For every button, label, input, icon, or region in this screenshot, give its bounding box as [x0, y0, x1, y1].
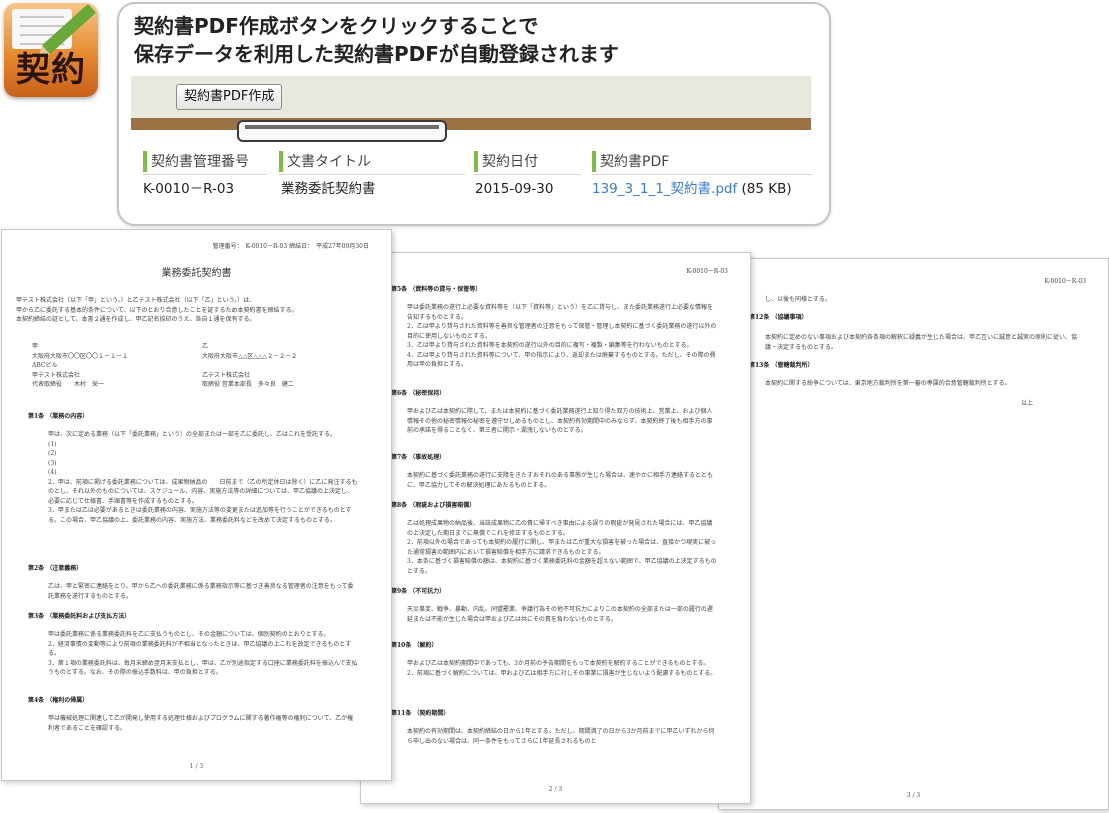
section-body: 甲は委託業務の遂行上必要な資料等を（以下「資料等」という）を乙に貸与し、また委託… [407, 304, 717, 368]
section-body: 甲は委託業務に係る業務委託料を乙に支払うものとし、その金額については、個別契約の… [48, 631, 358, 676]
page-number: 1 / 3 [189, 763, 204, 770]
toolbar-divider [131, 118, 811, 130]
intro-text: 甲テスト株式会社（以下「甲」という。）と乙テスト株式会社（以下「乙」という。）は… [16, 297, 298, 323]
section-body: 本契約に定めのない事項および本契約各条項の解釈に疑義が生じた場合は、甲乙互いに誠… [765, 334, 1078, 351]
column-header-date: 契約日付 [474, 149, 581, 175]
page-number: 2 / 3 [548, 786, 563, 793]
callout-line-2: 保存データを利用した契約書PDFが自動登録されます [134, 42, 619, 66]
callout-heading: 契約書PDF作成ボタンをクリックすることで 保存データを利用した契約書PDFが自… [134, 12, 619, 68]
section-body: 甲および乙は本契約に際して、または本契約に基づく委託業務遂行上知り得た双方の技術… [407, 408, 713, 434]
section-body: 甲は、次に定める業務（以下「委託業務」という）の全部または一部を乙に委託し、乙は… [48, 431, 358, 524]
cell-contract-number: K-0010－R-03 [143, 181, 235, 197]
party-a: 甲 大阪府大阪市〇〇区〇〇１－１－１ ABCビル 甲テスト株式会社 代表取締役 … [32, 343, 129, 388]
section-body: 本契約に関する紛争については、東京地方裁判所を第一審の専属的合意管轄裁判所とする… [765, 380, 1011, 387]
section-heading: 第4条 （権利の帰属） [28, 697, 89, 704]
section-body: 甲および乙は本契約期間中であっても、3か月前の予告期間をもって本契約を解約するこ… [407, 660, 717, 677]
page-meta: K-0010－R-03 [1044, 278, 1086, 285]
toolbar: 契約書PDF作成 [131, 76, 811, 118]
section-body: 本契約に基づく委託業務の遂行に支障をきたすおそれのある事態が生じた場合は、速やか… [407, 472, 714, 489]
section-heading: 第12条 （協議事項） [749, 314, 808, 321]
document-title: 業務委託契約書 [161, 268, 232, 279]
cell-document-title: 業務委託契約書 [281, 181, 376, 197]
column-header-number: 契約書管理番号 [143, 149, 267, 175]
section-heading: 第3条 （業務委託料および支払方法） [28, 613, 131, 620]
party-b: 乙 大阪府大阪市△△区△△△２－２－２ 乙テスト株式会社 取締役 営業本部長 多… [202, 343, 298, 388]
document-page-1: 管理番号： K-0010－R-03 締結日： 平成27年09月30日 業務委託契… [1, 229, 392, 781]
page-number: 3 / 3 [906, 792, 921, 799]
resize-handle[interactable] [237, 120, 447, 142]
section-body: 乙は処理成果物の納品後、当該成果物に乙の責に帰すべき事由による誤りの瑕疵が発見さ… [407, 520, 717, 575]
app-icon-label: 契約 [16, 50, 86, 90]
callout-panel: 契約書PDF作成ボタンをクリックすることで 保存データを利用した契約書PDFが自… [117, 2, 831, 226]
page-text: し、以後も同様とする。 [765, 296, 831, 303]
section-heading: 第8条 （瑕疵および損害賠償） [391, 502, 476, 509]
closing-text: 以上 [1021, 400, 1034, 407]
section-heading: 第9条 （不可抗力） [391, 588, 446, 595]
callout-line-1: 契約書PDF作成ボタンをクリックすることで [134, 14, 539, 38]
section-heading: 第6条 （秘密保持） [391, 390, 446, 397]
section-heading: 第11条 （契約期間） [391, 710, 450, 717]
document-page-3: K-0010－R-03 し、以後も同様とする。 第12条 （協議事項） 本契約に… [718, 258, 1109, 810]
column-header-pdf: 契約書PDF [592, 149, 812, 175]
section-body: 本契約の有効期間は、本契約締結の日から1年とする。ただし、期間満了の日から3か月… [407, 728, 715, 745]
section-heading: 第2条 （注意義務） [28, 565, 83, 572]
section-heading: 第10条 （解約） [391, 642, 438, 649]
section-heading: 第1条 （業務の内容） [28, 413, 89, 420]
create-pdf-button[interactable]: 契約書PDF作成 [176, 84, 283, 110]
section-body: 乙は、甲と緊密に連絡をとり、甲から乙への委託業務に係る業務指示等に基づき善良なる… [48, 583, 354, 600]
section-heading: 第7条 （事故処理） [391, 454, 446, 461]
document-page-2: K-0010－R-03 第5条 （資料等の貸与・保管等） 甲は委託業務の遂行上必… [360, 252, 751, 804]
page-meta: K-0010－R-03 [686, 268, 728, 275]
section-body: 甲は機械処理に関連して乙が開発し使用する処理仕様およびプログラムに関する著作権等… [48, 715, 354, 732]
section-heading: 第5条 （資料等の貸与・保管等） [391, 286, 482, 293]
cell-contract-pdf: 139_3_1_1_契約書.pdf (85 KB) [592, 179, 792, 199]
column-header-title: 文書タイトル [279, 149, 465, 175]
pdf-file-link[interactable]: 139_3_1_1_契約書.pdf [592, 181, 737, 197]
contract-app-icon: 契約 [4, 3, 98, 97]
section-body: 天災事変、戦争、暴動、内乱、同盟罷業、争議行為その他不可抗力によりこの本契約の全… [407, 606, 713, 623]
section-heading: 第13条 （管轄裁判所） [749, 362, 814, 369]
page-meta: 管理番号： K-0010－R-03 締結日： 平成27年09月30日 [212, 243, 369, 250]
cell-contract-date: 2015-09-30 [475, 181, 554, 197]
pdf-file-size: (85 KB) [741, 181, 792, 197]
